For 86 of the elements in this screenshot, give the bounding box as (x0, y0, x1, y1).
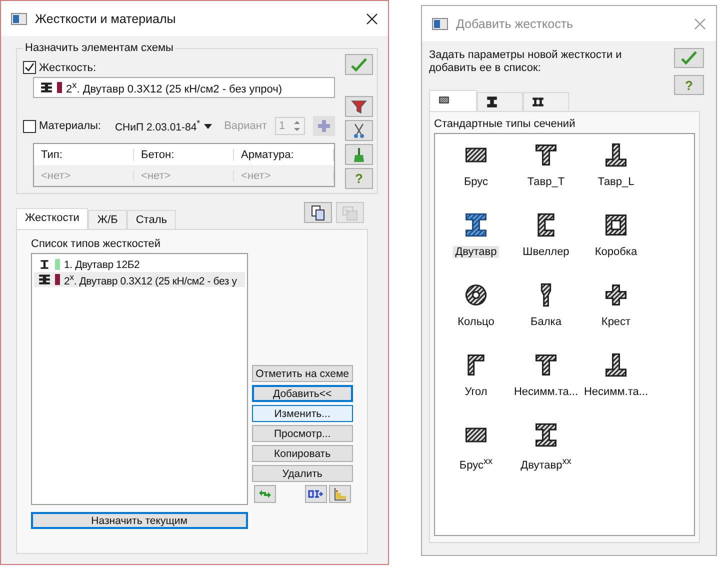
table-cell: <нет> (234, 170, 334, 182)
action-button[interactable]: Копировать (252, 445, 353, 462)
section-label[interactable]: Несимм.та... (512, 386, 580, 398)
tab[interactable]: Жесткости (16, 208, 88, 229)
stiffness-field[interactable]: 2$^{x}$. Двутавр 0.3X12 (25 кН/см2 - без упроч) (33, 77, 336, 98)
double-beam-icon (532, 96, 544, 108)
tab[interactable]: Сталь (126, 210, 176, 229)
norm-dropdown[interactable]: СНиП 2.03.01-84$^{*}$ (114, 118, 212, 134)
section-label[interactable]: Тавр_Т (525, 176, 567, 188)
tee-section-icon[interactable] (533, 352, 559, 378)
prompt-text: Задать параметры новой жесткости и добавить ее в список: (429, 48, 623, 76)
section-label[interactable]: Несимм.та... (582, 386, 650, 398)
tab[interactable]: Ж/Б (88, 210, 127, 229)
inverted-tee-section-icon[interactable] (603, 352, 629, 378)
apply-button[interactable] (674, 48, 704, 68)
window-title: Добавить жесткость (456, 16, 574, 30)
group-title: Назначить элементам схемы (23, 42, 176, 54)
action-button[interactable]: Отметить на схеме (252, 365, 353, 382)
window-icon (432, 18, 448, 30)
composite-section-icon (40, 81, 53, 94)
section-tool-button[interactable] (305, 485, 327, 503)
brush-button[interactable] (345, 144, 374, 165)
tee-section-icon[interactable] (533, 142, 559, 168)
cross-section-icon[interactable] (603, 282, 629, 308)
section-label[interactable]: Брус$^{xx}$ (457, 456, 495, 472)
stiffness-checkbox[interactable] (23, 61, 36, 74)
column-header: Бетон: (134, 148, 234, 160)
section-label[interactable]: Крест (599, 316, 633, 328)
section-label[interactable]: Кольцо (456, 316, 496, 328)
section-label[interactable]: Двутавр$^{xx}$ (518, 456, 574, 472)
window-icon (11, 12, 27, 24)
paste-icon (342, 204, 358, 220)
item-text: 2$^{x}$. Двутавр 0.3X12 (25 кН/см2 - без у (64, 272, 237, 288)
caret-icon (204, 124, 212, 128)
section-label[interactable]: Брус (462, 176, 490, 188)
list-title: Список типов жесткостей (31, 238, 162, 250)
rectangle-section-icon (438, 94, 450, 106)
composite-section-icon (38, 273, 51, 286)
section-label[interactable]: Двутавр (453, 246, 499, 258)
item-text: 1. Двутавр 12Б2 (64, 258, 140, 270)
table-cell: <нет> (134, 170, 234, 182)
inverted-tee-section-icon[interactable] (603, 142, 629, 168)
copy-icon (310, 204, 326, 220)
action-button[interactable]: Изменить... (252, 405, 353, 422)
i-beam-section-icon[interactable] (463, 212, 489, 238)
section-label[interactable]: Швеллер (520, 246, 572, 258)
plus-icon (317, 119, 332, 133)
list-item[interactable]: 2$^{x}$. Двутавр 0.3X12 (25 кН/см2 - без у (34, 272, 245, 287)
list-item[interactable]: 1. Двутавр 12Б2 (34, 257, 245, 272)
column-header: Арматура: (234, 148, 334, 160)
action-button[interactable]: Добавить<< (252, 385, 353, 402)
window-title: Жесткости и материалы (35, 12, 177, 26)
chart-button[interactable] (329, 485, 351, 503)
column-header: Тип: (34, 148, 134, 160)
close-icon[interactable] (366, 12, 378, 24)
variant-label: Вариант (224, 120, 268, 132)
action-button[interactable]: Просмотр... (252, 425, 353, 442)
refresh-button[interactable] (254, 485, 276, 503)
chart-icon (333, 487, 347, 501)
section-label[interactable]: Угол (462, 386, 490, 398)
tab[interactable] (429, 90, 477, 111)
section-label[interactable]: Балка (528, 316, 564, 328)
funnel-icon (351, 98, 368, 114)
table-cell: <нет> (34, 170, 134, 182)
tab[interactable] (523, 92, 569, 111)
ring-section-icon[interactable] (463, 282, 489, 308)
apply-button[interactable] (345, 54, 374, 75)
filter-button[interactable] (345, 96, 374, 117)
box-section-icon[interactable] (603, 212, 629, 238)
i-beam-section-icon[interactable] (533, 422, 559, 448)
tab[interactable] (477, 92, 523, 111)
assign-current-button[interactable]: Назначить текущим (31, 512, 248, 529)
section-tool-icon (308, 489, 324, 499)
section-label[interactable]: Тавр_L (596, 176, 636, 188)
i-beam-section-icon (486, 96, 498, 108)
arrows-icon (258, 488, 272, 500)
section-label[interactable]: Коробка (592, 246, 640, 258)
materials-label: Материалы: (39, 120, 101, 132)
materials-checkbox[interactable] (23, 120, 36, 132)
i-beam-icon (38, 258, 51, 271)
scissors-button[interactable] (345, 120, 374, 141)
stiffness-value: 2$^{x}$. Двутавр 0.3X12 (25 кН/см2 - без упроч) (66, 80, 282, 96)
action-button[interactable]: Удалить (252, 465, 353, 482)
stiffness-label: Жесткость: (39, 62, 96, 74)
group-title: Стандартные типы сечений (434, 118, 576, 130)
copy-button[interactable] (304, 202, 332, 223)
